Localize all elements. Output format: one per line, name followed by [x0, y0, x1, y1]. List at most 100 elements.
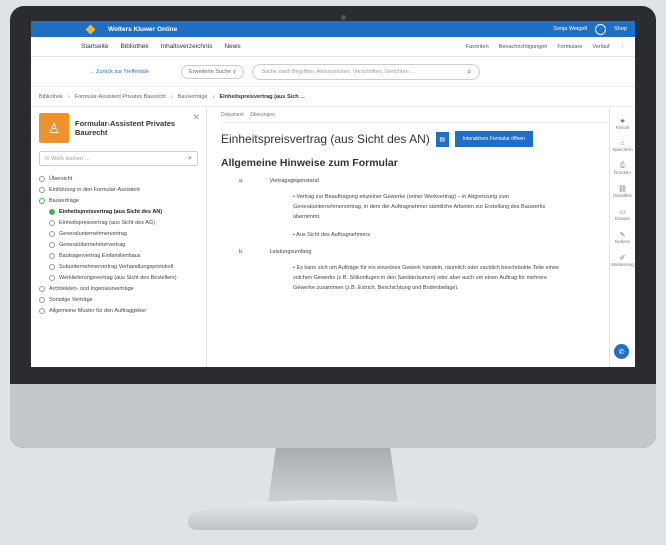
section-heading: Allgemeine Hinweise zum Formular: [221, 157, 398, 169]
top-bar: Wolters Kluwer Online Sonja Weigelt 👤 Sh…: [31, 21, 635, 37]
screen: Wolters Kluwer Online Sonja Weigelt 👤 Sh…: [31, 21, 635, 367]
bullet-icon: [39, 175, 45, 182]
monitor-stand-foot: [188, 500, 478, 530]
rail-markierung[interactable]: ✐ Markierung: [610, 254, 635, 267]
toc-item[interactable]: Generalunternehmervertrag: [39, 228, 198, 239]
toc-item[interactable]: Subunternehmervertrag Verhandlungsprotok…: [39, 261, 198, 272]
sidebar: ✕ ♙ Formular-Assistent Privates Baurecht…: [31, 107, 207, 367]
monitor-stand-neck: [268, 448, 398, 504]
main-area: ✕ ♙ Formular-Assistent Privates Baurecht…: [31, 107, 635, 367]
sidebar-title: Formular-Assistent Privates Baurecht: [75, 119, 176, 137]
bullet-icon: [49, 230, 55, 237]
search-icon[interactable]: ⌕: [188, 155, 192, 163]
breadcrumb-item[interactable]: Bauverträge: [178, 94, 208, 100]
link-icon: ⛓: [618, 186, 627, 193]
toc-item-label: Einheitspreisvertrag (aus Sicht des AN): [59, 208, 163, 215]
toc-item[interactable]: Einführung in den Formular-Assistent: [39, 184, 198, 195]
nav-inhaltsverzeichnis[interactable]: Inhaltsverzeichnis: [161, 43, 213, 50]
expand-icon: [39, 197, 45, 204]
nav-bibliothek[interactable]: Bibliothek: [120, 43, 148, 50]
item-text: Leistungsumfang: [269, 249, 312, 255]
rail-direktlink[interactable]: ⛓ Direktlink: [610, 185, 635, 198]
toc-item-label: Bauträgervertrag Einfamilienhaus: [59, 252, 141, 259]
rail-drucken[interactable]: ⎙ Drucken: [610, 162, 635, 175]
toc-item-label: Übersicht: [49, 175, 73, 182]
nav-news[interactable]: News: [224, 43, 240, 50]
print-icon: ⎙: [619, 162, 626, 169]
pdf-icon[interactable]: ▤: [435, 131, 449, 147]
brand-name: Wolters Kluwer Online: [108, 25, 178, 33]
toc-item-label: Subunternehmervertrag Verhandlungsprotok…: [59, 263, 174, 270]
work-search-input[interactable]: In Werk suchen ... ⌕: [39, 151, 198, 166]
toc-item[interactable]: Generalübernehmervertrag: [39, 239, 198, 250]
monitor-chin: [10, 384, 656, 448]
toc-item-label: Architekten- und Ingenieurverträge: [49, 285, 134, 292]
toc-item[interactable]: Bauverträge: [39, 195, 198, 206]
bullet-text: Es kann sich um Aufträge für ein einzeln…: [221, 263, 561, 293]
doc-tabs: Dokument Zitierungen: [221, 107, 609, 123]
toc-item-label: Bauverträge: [49, 197, 79, 204]
bullet-icon: [49, 274, 55, 281]
breadcrumb: Bibliothek › Formular-Assistent Privates …: [31, 87, 635, 107]
highlight-icon: ✐: [619, 255, 626, 262]
search-row: ← Zurück zur Trefferliste Erweiterte Suc…: [31, 57, 635, 87]
toc-item[interactable]: Werklieferungsvertrag (aus Sicht des Bes…: [39, 272, 198, 283]
rail-label: Dossier: [614, 216, 631, 221]
tab-dokument[interactable]: Dokument: [221, 112, 244, 118]
toc-item-label: Einführung in den Formular-Assistent: [49, 186, 140, 193]
tab-zitierungen[interactable]: Zitierungen: [250, 112, 275, 118]
advanced-search-button[interactable]: Erweiterte Suche ∨: [181, 64, 245, 79]
rail-label: Speichern: [612, 147, 633, 152]
back-to-results-link[interactable]: ← Zurück zur Trefferliste: [89, 69, 173, 75]
breadcrumb-item[interactable]: Bibliothek: [39, 94, 63, 100]
rail-speichern[interactable]: ⌂ Speichern: [610, 140, 635, 152]
breadcrumb-current[interactable]: Einheitspreisvertrag (aus Sich ...: [219, 94, 304, 100]
item-label: b.: [239, 249, 244, 255]
rail-label: Favorit: [615, 125, 630, 130]
open-form-button[interactable]: Interaktives Formular öffnen: [454, 131, 533, 147]
nav-formulare[interactable]: Formulare: [557, 44, 582, 50]
toc-item[interactable]: Sonstige Verträge: [39, 294, 198, 305]
toc-item-label: Generalunternehmervertrag: [59, 230, 127, 237]
search-placeholder: Suche nach Begriffen, Aktenzeichen, Vors…: [261, 68, 415, 75]
bullet-icon: [49, 219, 55, 226]
toc-item[interactable]: Allgemeine Muster für den Auftraggeber: [39, 305, 198, 316]
nav-verlauf[interactable]: Verlauf: [592, 44, 609, 50]
toc-item[interactable]: Übersicht: [39, 173, 198, 184]
rail-notizen[interactable]: ✎ Notizen: [610, 231, 635, 244]
search-input[interactable]: Suche nach Begriffen, Aktenzeichen, Vors…: [252, 63, 481, 80]
work-search-placeholder: In Werk suchen ...: [45, 155, 90, 162]
rail-label: Direktlink: [613, 193, 632, 198]
list-item: a. Vertragsgegenstand: [221, 178, 609, 184]
close-icon[interactable]: ✕: [192, 112, 200, 123]
toc-item[interactable]: Bauträgervertrag Einfamilienhaus: [39, 250, 198, 261]
bullet-icon: [49, 208, 55, 215]
user-menu[interactable]: Sonja Weigelt: [553, 26, 587, 32]
user-icon[interactable]: 👤: [595, 23, 607, 35]
rail-favorit[interactable]: ★ Favorit: [610, 117, 635, 130]
rail-label: Drucken: [614, 170, 631, 175]
bullet-icon: [49, 241, 55, 248]
more-menu-icon[interactable]: ⋮: [620, 44, 626, 50]
toc-item[interactable]: Architekten- und Ingenieurverträge: [39, 283, 198, 294]
shop-link[interactable]: Shop: [614, 26, 627, 32]
tool-rail: ★ Favorit ⌂ Speichern ⎙ Drucken ⛓ Direktlink…: [609, 107, 635, 367]
folder-icon: ▭: [619, 209, 626, 216]
toc-item[interactable]: Einheitspreisvertrag (aus Sicht des AG): [39, 217, 198, 228]
nav-startseite[interactable]: Startseite: [81, 43, 108, 50]
search-icon[interactable]: ⌕: [467, 67, 471, 77]
document-title: Einheitspreisvertrag (aus Sicht des AN): [221, 132, 430, 146]
rail-label: Notizen: [614, 239, 631, 244]
rail-dossier[interactable]: ▭ Dossier: [610, 208, 635, 221]
toc-tree: Übersicht Einführung in den Formular-Assi…: [39, 173, 198, 316]
nav-favoriten[interactable]: Favoriten: [466, 44, 489, 50]
toc-item[interactable]: Einheitspreisvertrag (aus Sicht des AN): [39, 206, 198, 217]
chat-icon[interactable]: ✆: [614, 344, 629, 359]
breadcrumb-item[interactable]: Formular-Assistent Privates Baurecht: [75, 94, 166, 100]
list-item: b. Leistungsumfang: [221, 249, 609, 255]
bullet-icon: [39, 296, 45, 303]
star-icon: ★: [619, 118, 626, 125]
nav-benachrichtigungen[interactable]: Benachrichtigungen: [499, 44, 548, 50]
note-icon: ✎: [619, 232, 626, 239]
item-text: Vertragsgegenstand: [269, 178, 319, 184]
